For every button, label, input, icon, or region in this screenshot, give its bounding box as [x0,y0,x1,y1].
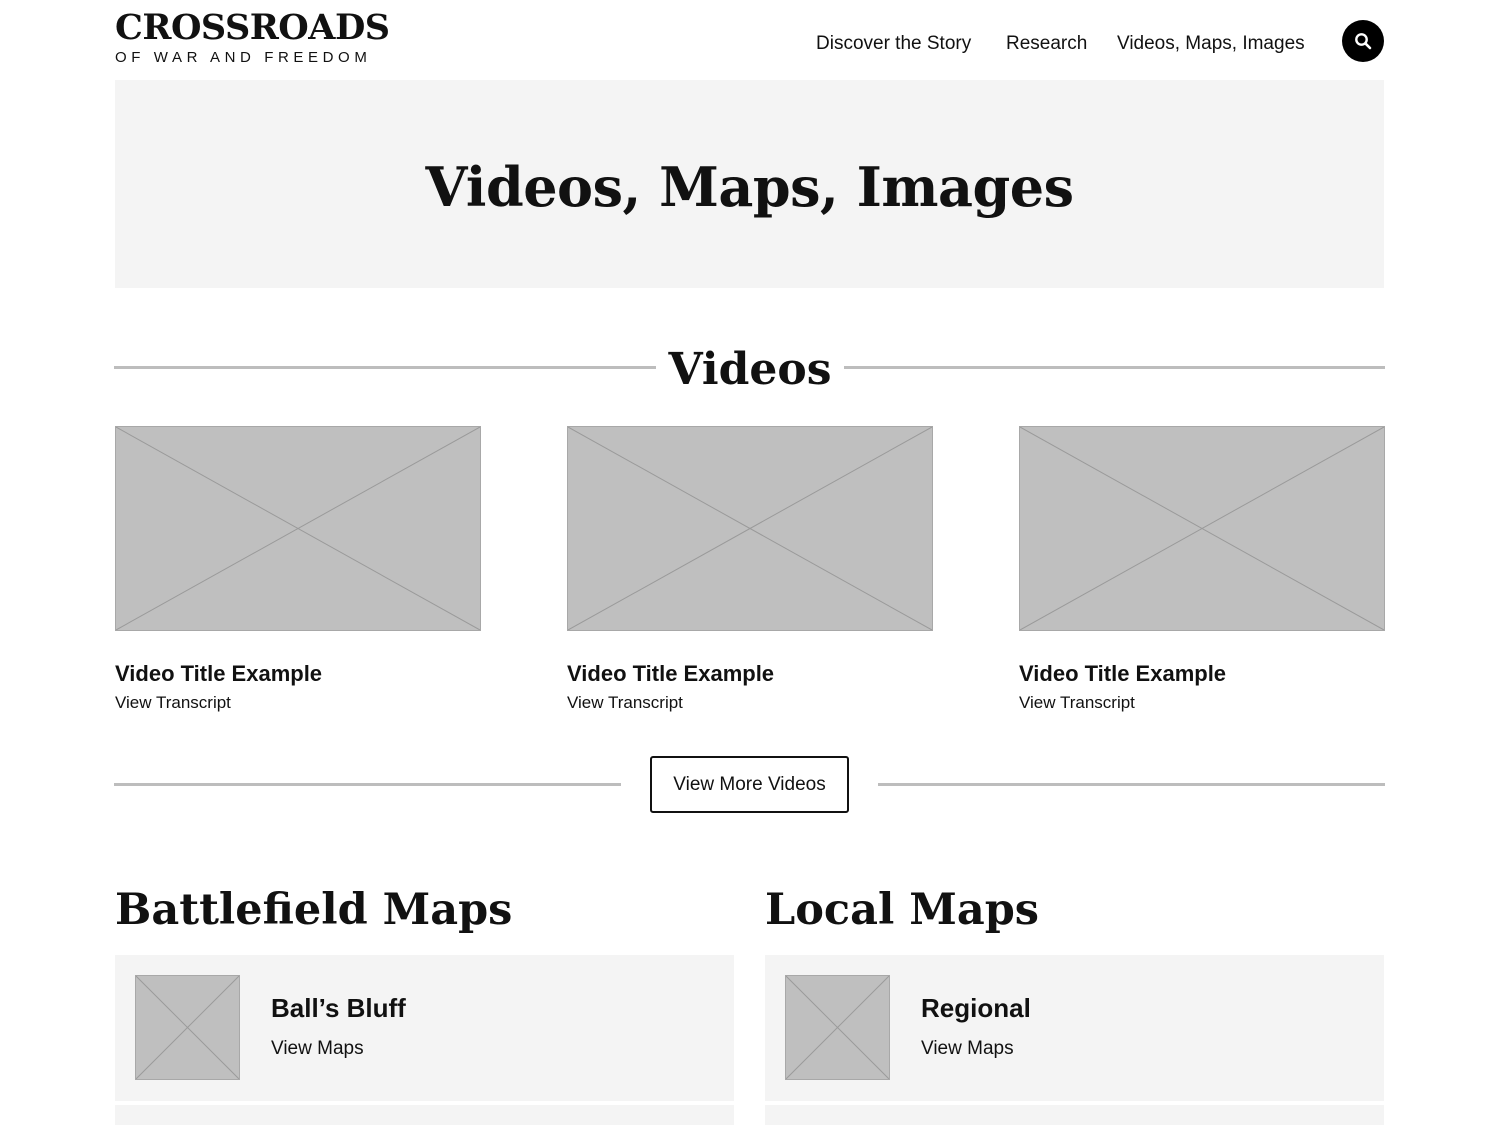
view-transcript-link[interactable]: View Transcript [1019,692,1135,714]
divider-left [114,783,621,786]
map-card[interactable]: Ball’s Bluff View Maps [115,955,734,1101]
video-thumbnail[interactable] [567,426,933,631]
image-placeholder-icon [136,976,239,1079]
divider-left [114,366,656,369]
map-title: Regional [921,993,1031,1023]
video-title[interactable]: Video Title Example [567,660,774,688]
view-maps-link[interactable]: View Maps [921,1037,1014,1061]
map-card[interactable] [115,1105,734,1125]
hero-banner: Videos, Maps, Images [115,80,1384,288]
view-more-videos-button[interactable]: View More Videos [650,756,849,813]
map-thumbnail [785,975,890,1080]
divider-right [844,366,1385,369]
map-thumbnail [135,975,240,1080]
battlefield-maps-title: Battlefield Maps [115,885,513,935]
video-title[interactable]: Video Title Example [1019,660,1226,688]
local-maps-title: Local Maps [765,885,1039,935]
videos-section-title: Videos [668,344,832,395]
video-thumbnail[interactable] [1019,426,1385,631]
view-transcript-link[interactable]: View Transcript [115,692,231,714]
view-maps-link[interactable]: View Maps [271,1037,364,1061]
map-card[interactable]: Regional View Maps [765,955,1384,1101]
map-card[interactable] [765,1105,1384,1125]
map-title: Ball’s Bluff [271,993,406,1023]
image-placeholder-icon [1020,427,1384,630]
image-placeholder-icon [116,427,480,630]
view-transcript-link[interactable]: View Transcript [567,692,683,714]
image-placeholder-icon [568,427,932,630]
video-title[interactable]: Video Title Example [115,660,322,688]
divider-right [878,783,1385,786]
image-placeholder-icon [786,976,889,1079]
page-title: Videos, Maps, Images [425,155,1074,219]
video-thumbnail[interactable] [115,426,481,631]
